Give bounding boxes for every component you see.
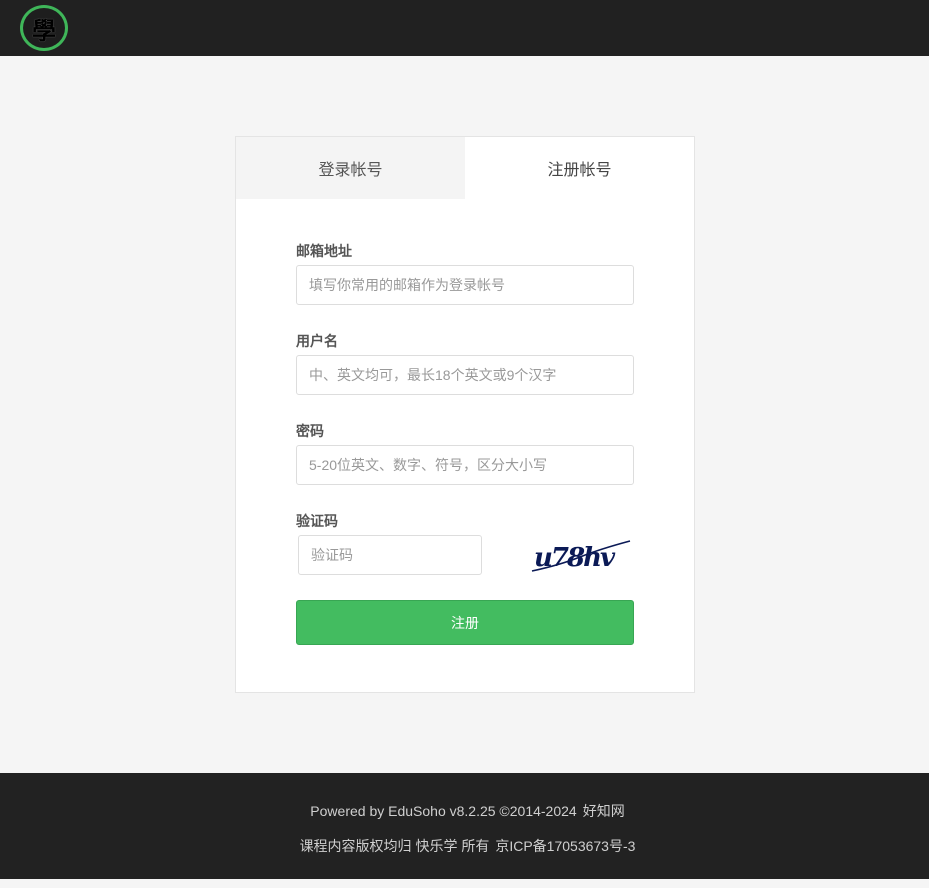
password-field[interactable] xyxy=(296,445,634,485)
auth-tabs: 登录帐号 注册帐号 xyxy=(236,137,694,199)
password-field-group: 密码 xyxy=(296,421,634,485)
logo-character: 學 xyxy=(32,15,56,45)
footer-copyright-line: 课程内容版权均归 快乐学 所有 京ICP备17053673号-3 xyxy=(0,836,929,856)
site-logo[interactable]: 學 xyxy=(20,5,68,51)
register-form: 邮箱地址 用户名 密码 验证码 u78hv 注册 xyxy=(296,241,634,645)
email-field-group: 邮箱地址 xyxy=(296,241,634,305)
top-navbar: 學 xyxy=(0,0,929,56)
username-label: 用户名 xyxy=(296,333,338,349)
username-field-group: 用户名 xyxy=(296,331,634,395)
icp-link[interactable]: 京ICP备17053673号-3 xyxy=(495,838,635,854)
site-footer: Powered by EduSoho v8.2.25 ©2014-2024 好知网… xyxy=(0,773,929,879)
username-field[interactable] xyxy=(296,355,634,395)
captcha-field-group: 验证码 u78hv xyxy=(296,511,634,575)
register-submit-button[interactable]: 注册 xyxy=(296,600,634,645)
password-label: 密码 xyxy=(296,423,324,439)
captcha-input[interactable] xyxy=(298,535,482,575)
email-field[interactable] xyxy=(296,265,634,305)
captcha-image[interactable]: u78hv xyxy=(530,535,632,575)
copyright-text: 课程内容版权均归 快乐学 所有 xyxy=(299,838,490,854)
footer-powered-line: Powered by EduSoho v8.2.25 ©2014-2024 好知网 xyxy=(0,801,929,821)
email-label: 邮箱地址 xyxy=(296,243,352,259)
tab-login[interactable]: 登录帐号 xyxy=(236,137,465,199)
powered-by-text: Powered by EduSoho v8.2.25 ©2014-2024 xyxy=(310,803,577,819)
captcha-image-text: u78hv xyxy=(534,543,616,573)
site-link[interactable]: 好知网 xyxy=(583,803,625,819)
tab-register[interactable]: 注册帐号 xyxy=(465,137,694,199)
register-panel: 登录帐号 注册帐号 邮箱地址 用户名 密码 验证码 u78hv xyxy=(235,136,695,693)
captcha-label: 验证码 xyxy=(296,513,338,529)
